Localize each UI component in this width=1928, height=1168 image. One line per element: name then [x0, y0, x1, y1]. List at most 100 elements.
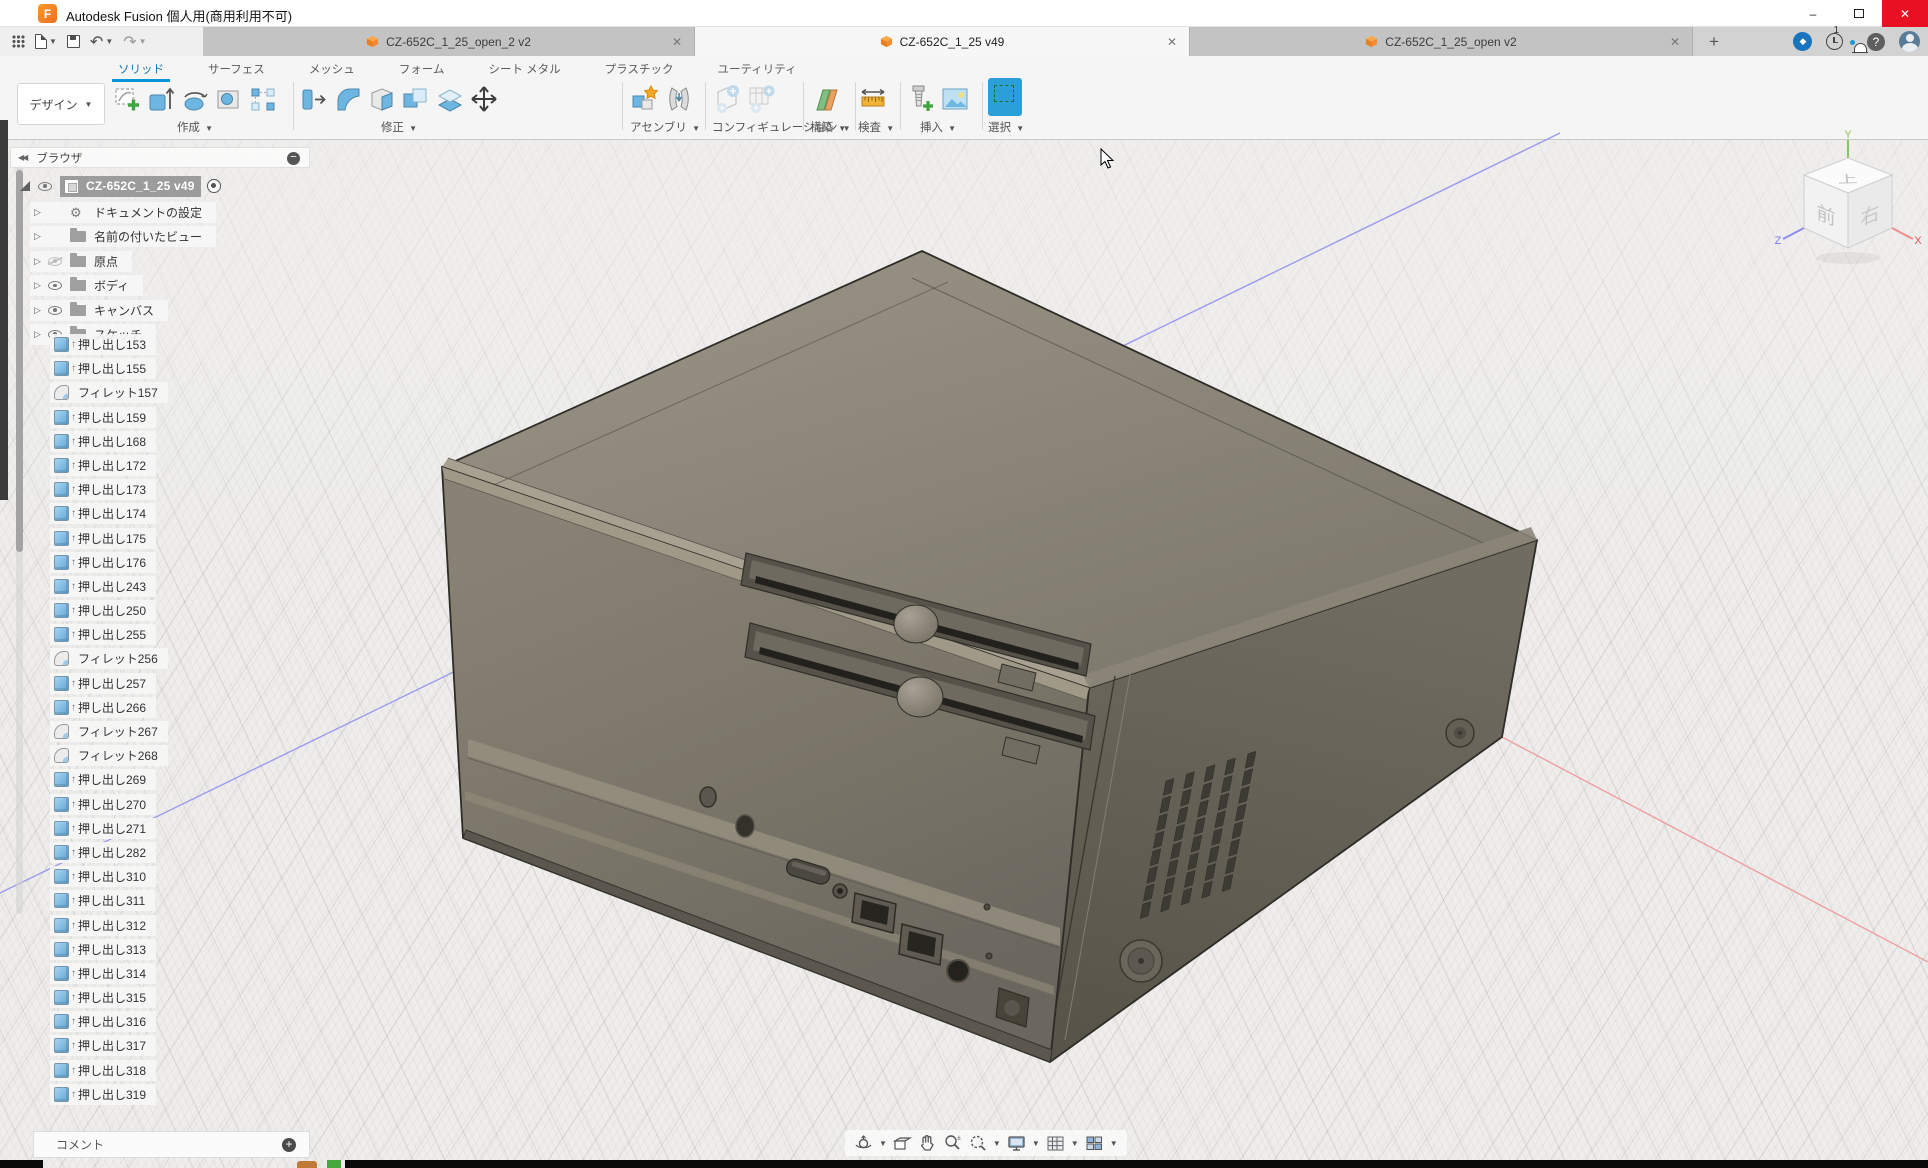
- display-settings-button[interactable]: [1006, 1133, 1027, 1154]
- browser-scrollbar-track[interactable]: [16, 166, 23, 914]
- close-tab-icon[interactable]: ✕: [1670, 35, 1680, 49]
- feature-row[interactable]: フィレット268: [50, 745, 168, 766]
- file-menu-button[interactable]: ▼: [35, 31, 57, 53]
- measure-button[interactable]: [858, 82, 888, 116]
- new-component-button[interactable]: [630, 82, 660, 116]
- avatar[interactable]: [1899, 31, 1920, 52]
- feature-row[interactable]: 押し出し266: [50, 697, 156, 718]
- visibility-toggle[interactable]: [38, 182, 60, 191]
- collapse-panel-icon[interactable]: ◀◀: [18, 153, 26, 162]
- view-cube[interactable]: 上 前 右 Y Z X: [1770, 130, 1926, 280]
- expand-triangle-icon[interactable]: [20, 181, 30, 191]
- close-button[interactable]: ✕: [1882, 0, 1928, 27]
- browser-root-row[interactable]: CZ-652C_1_25 v49: [20, 175, 221, 197]
- feature-row[interactable]: 押し出し318: [50, 1060, 156, 1081]
- visibility-toggle[interactable]: [48, 306, 70, 315]
- hole-button[interactable]: [214, 82, 244, 116]
- fillet-button[interactable]: [333, 82, 363, 116]
- browser-folder-row[interactable]: ▷ ⚙ キャンバス: [30, 300, 168, 321]
- shell-button[interactable]: [367, 82, 397, 116]
- feature-row[interactable]: 押し出し176: [50, 552, 156, 573]
- pan-button[interactable]: [917, 1133, 938, 1154]
- feature-row[interactable]: 押し出し311: [50, 890, 155, 911]
- comment-bar[interactable]: コメント +: [33, 1131, 310, 1158]
- fit-button[interactable]: [967, 1133, 988, 1154]
- feature-row[interactable]: 押し出し271: [50, 818, 156, 839]
- feature-row[interactable]: 押し出し155: [50, 358, 156, 379]
- browser-scrollbar-thumb[interactable]: [16, 170, 23, 552]
- expand-arrow-icon[interactable]: ▷: [34, 280, 48, 291]
- feature-row[interactable]: 押し出し313: [50, 939, 156, 960]
- extensions-icon[interactable]: ◆: [1793, 32, 1812, 51]
- feature-row[interactable]: フィレット256: [50, 648, 168, 669]
- feature-row[interactable]: 押し出し172: [50, 455, 156, 476]
- feature-row[interactable]: 押し出し159: [50, 407, 156, 428]
- insert-dropdown[interactable]: 挿入 ▼: [906, 119, 970, 135]
- feature-row[interactable]: 押し出し316: [50, 1011, 156, 1032]
- feature-row[interactable]: 押し出し317: [50, 1035, 156, 1056]
- zoom-button[interactable]: ±: [942, 1133, 963, 1154]
- chevron-down-icon[interactable]: ▼: [993, 1139, 1001, 1148]
- joint-button[interactable]: [664, 82, 694, 116]
- collapse-all-icon[interactable]: −: [287, 152, 300, 165]
- feature-row[interactable]: 押し出し255: [50, 624, 156, 645]
- help-button[interactable]: ?: [1867, 33, 1885, 51]
- new-tab-button[interactable]: +: [1703, 31, 1725, 53]
- redo-button[interactable]: ↷▼: [123, 31, 146, 53]
- feature-row[interactable]: 押し出し257: [50, 673, 156, 694]
- construct-dropdown[interactable]: 構築 ▼: [810, 119, 846, 135]
- inspect-dropdown[interactable]: 検査 ▼: [858, 119, 894, 135]
- feature-row[interactable]: 押し出し269: [50, 769, 156, 790]
- expand-arrow-icon[interactable]: ▷: [34, 305, 48, 316]
- add-comment-icon[interactable]: +: [282, 1138, 296, 1152]
- feature-row[interactable]: 押し出し168: [50, 431, 156, 452]
- tab-doc-3[interactable]: CZ-652C_1_25_open v2 ✕: [1190, 27, 1693, 56]
- chevron-down-icon[interactable]: ▼: [1071, 1139, 1079, 1148]
- feature-row[interactable]: 押し出し282: [50, 842, 156, 863]
- chevron-down-icon[interactable]: ▼: [879, 1139, 887, 1148]
- minimize-button[interactable]: –: [1790, 0, 1836, 27]
- modify-dropdown[interactable]: 修正 ▼: [299, 119, 499, 135]
- viewports-button[interactable]: [1084, 1133, 1105, 1154]
- ribbon-tab[interactable]: シート メタル: [488, 59, 560, 82]
- extrude-button[interactable]: [146, 82, 176, 116]
- activate-component-icon[interactable]: [207, 179, 221, 193]
- select-button[interactable]: [988, 78, 1022, 116]
- feature-row[interactable]: フィレット267: [50, 721, 168, 742]
- job-status-button[interactable]: 1: [1826, 33, 1839, 50]
- combine-button[interactable]: [401, 82, 431, 116]
- look-at-button[interactable]: [892, 1133, 913, 1154]
- browser-header[interactable]: ◀◀ ブラウザ −: [10, 147, 310, 168]
- create-dropdown[interactable]: 作成 ▼: [112, 119, 278, 135]
- expand-arrow-icon[interactable]: ▷: [34, 231, 48, 242]
- browser-folder-row[interactable]: ▷ ⚙ ドキュメントの設定: [30, 202, 216, 223]
- workspace-selector[interactable]: デザイン▼: [17, 83, 105, 125]
- close-tab-icon[interactable]: ✕: [1167, 35, 1177, 49]
- chevron-down-icon[interactable]: ▼: [1110, 1139, 1118, 1148]
- grid-settings-button[interactable]: [1045, 1133, 1066, 1154]
- feature-row[interactable]: フィレット157: [50, 382, 168, 403]
- undo-button[interactable]: ↶▼: [90, 31, 113, 53]
- close-tab-icon[interactable]: ✕: [672, 35, 682, 49]
- insert-canvas-button[interactable]: [940, 82, 970, 116]
- move-copy-button[interactable]: [469, 82, 499, 116]
- assemble-dropdown[interactable]: アセンブリ ▼: [630, 119, 700, 135]
- feature-row[interactable]: 押し出し175: [50, 528, 156, 549]
- feature-row[interactable]: 押し出し312: [50, 915, 156, 936]
- feature-row[interactable]: 押し出し153: [50, 334, 156, 355]
- feature-row[interactable]: 押し出し243: [50, 576, 156, 597]
- browser-folder-row[interactable]: ▷ ⚙ 原点: [30, 251, 132, 272]
- app-grid-icon[interactable]: [12, 31, 25, 53]
- feature-row[interactable]: 押し出し314: [50, 963, 156, 984]
- feature-row[interactable]: 押し出し319: [50, 1084, 156, 1105]
- visibility-toggle[interactable]: [48, 281, 70, 290]
- insert-fastener-button[interactable]: [906, 82, 936, 116]
- create-sketch-button[interactable]: [112, 82, 142, 116]
- pattern-button[interactable]: [248, 82, 278, 116]
- feature-row[interactable]: 押し出し174: [50, 503, 156, 524]
- 3d-viewport[interactable]: ◀◀ ブラウザ − CZ-652C_1_25 v49 ▷ ⚙ ドキュメントの設定: [0, 140, 1928, 1168]
- revolve-button[interactable]: [180, 82, 210, 116]
- split-body-button[interactable]: [435, 82, 465, 116]
- chevron-down-icon[interactable]: ▼: [1032, 1139, 1040, 1148]
- feature-row[interactable]: 押し出し250: [50, 600, 156, 621]
